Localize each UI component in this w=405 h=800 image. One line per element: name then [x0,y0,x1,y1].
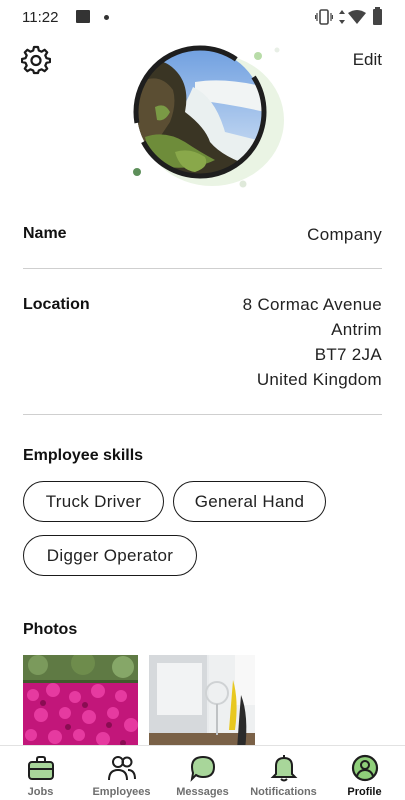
tab-profile[interactable]: Profile [324,746,405,800]
tab-notifications[interactable]: Notifications [243,746,324,800]
tab-jobs[interactable]: Jobs [0,746,81,800]
more-notifications-icon [104,15,109,20]
tab-employees[interactable]: Employees [81,746,162,800]
wifi-icon [348,10,366,24]
status-bar: 11:22 [0,0,405,36]
battery-icon [373,7,382,25]
chat-bubble-icon [190,755,216,782]
profile-icon [351,754,379,782]
photos-title: Photos [23,621,78,638]
address-line: United Kingdom [256,370,382,389]
image-notification-icon [76,10,90,23]
tab-label: Profile [347,786,382,798]
avatar[interactable] [115,42,290,192]
address-line: BT7 2JA [314,345,382,364]
skills-title: Employee skills [23,447,144,464]
vibrate-icon [315,9,333,25]
tab-label: Messages [176,786,229,798]
bottom-tab-bar: Jobs Employees Messages Notifications Pr… [0,745,405,800]
avatar-image [133,45,284,188]
bell-icon [270,755,298,782]
briefcase-icon [28,756,54,780]
skill-chip-digger-operator[interactable]: Digger Operator [23,535,197,576]
edit-button[interactable]: Edit [353,50,382,70]
address-line: 8 Cormac Avenue [242,295,382,314]
name-label: Name [23,225,67,242]
tab-label: Employees [92,786,151,798]
address-block: 8 Cormac Avenue Antrim BT7 2JA United Ki… [243,292,382,392]
address-line: Antrim [331,320,382,339]
data-arrows-icon [339,10,345,24]
photo-office[interactable] [149,655,255,750]
status-time: 11:22 [22,9,59,26]
tab-messages[interactable]: Messages [162,746,243,800]
skill-chip-truck-driver[interactable]: Truck Driver [23,481,164,522]
tab-label: Jobs [27,786,54,798]
divider [23,414,382,415]
settings-gear-icon[interactable] [21,45,51,75]
skill-chip-general-hand[interactable]: General Hand [173,481,326,522]
name-value: Company [307,225,382,244]
people-icon [108,756,136,781]
photo-flowers[interactable] [23,655,138,750]
location-label: Location [23,296,90,313]
tab-label: Notifications [250,786,317,798]
divider [23,268,382,269]
